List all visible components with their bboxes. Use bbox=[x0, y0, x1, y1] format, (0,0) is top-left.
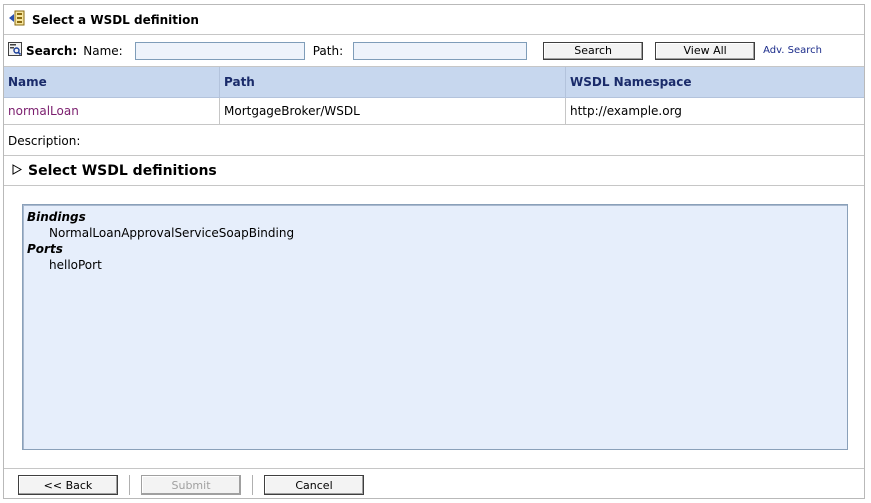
row-name-cell[interactable]: normalLoan bbox=[4, 97, 220, 125]
wsdl-table: Name Path WSDL Namespace normalLoan Mort… bbox=[4, 67, 864, 125]
binding-item[interactable]: NormalLoanApprovalServiceSoapBinding bbox=[27, 225, 843, 241]
cancel-button[interactable]: Cancel bbox=[264, 475, 364, 495]
expand-triangle-icon[interactable] bbox=[12, 163, 23, 178]
view-all-button[interactable]: View All bbox=[655, 41, 756, 60]
section-title: Select WSDL definitions bbox=[28, 162, 217, 179]
table-row[interactable]: normalLoan MortgageBroker/WSDL http://ex… bbox=[4, 97, 864, 125]
section-header[interactable]: Select WSDL definitions bbox=[4, 156, 864, 186]
row-path-cell: MortgageBroker/WSDL bbox=[219, 97, 566, 125]
name-search-input[interactable] bbox=[134, 41, 305, 60]
wsdl-definition-icon bbox=[8, 9, 26, 30]
path-search-input[interactable] bbox=[353, 41, 528, 60]
column-header-name[interactable]: Name bbox=[4, 67, 220, 98]
table-header-row: Name Path WSDL Namespace bbox=[4, 67, 864, 98]
bindings-heading: Bindings bbox=[27, 210, 86, 224]
name-label: Name: bbox=[83, 43, 123, 58]
column-header-namespace[interactable]: WSDL Namespace bbox=[565, 67, 864, 98]
ports-heading: Ports bbox=[27, 242, 63, 256]
wsdl-selection-panel: Select a WSDL definition Search: Name: P… bbox=[3, 4, 865, 499]
title-bar: Select a WSDL definition bbox=[4, 5, 864, 35]
footer-bar: << Back Submit Cancel bbox=[4, 468, 864, 500]
wsdl-definitions-list[interactable]: Bindings NormalLoanApprovalServiceSoapBi… bbox=[22, 204, 848, 450]
page-title: Select a WSDL definition bbox=[32, 12, 199, 27]
search-label: Search: bbox=[26, 43, 78, 58]
submit-button[interactable]: Submit bbox=[141, 475, 241, 495]
row-name-link[interactable]: normalLoan bbox=[8, 104, 79, 118]
path-label: Path: bbox=[312, 43, 344, 58]
description-label: Description: bbox=[8, 133, 81, 148]
search-button[interactable]: Search bbox=[543, 41, 644, 60]
search-form-icon bbox=[8, 42, 22, 59]
back-button[interactable]: << Back bbox=[18, 475, 118, 495]
adv-search-link[interactable]: Adv. Search bbox=[763, 45, 822, 56]
footer-separator bbox=[129, 475, 130, 495]
search-bar: Search: Name: Path: Search View All Adv.… bbox=[4, 35, 864, 67]
port-item[interactable]: helloPort bbox=[27, 257, 843, 273]
row-namespace-cell: http://example.org bbox=[565, 97, 864, 125]
footer-separator bbox=[252, 475, 253, 495]
description-row: Description: bbox=[4, 126, 864, 156]
column-header-path[interactable]: Path bbox=[219, 67, 566, 98]
